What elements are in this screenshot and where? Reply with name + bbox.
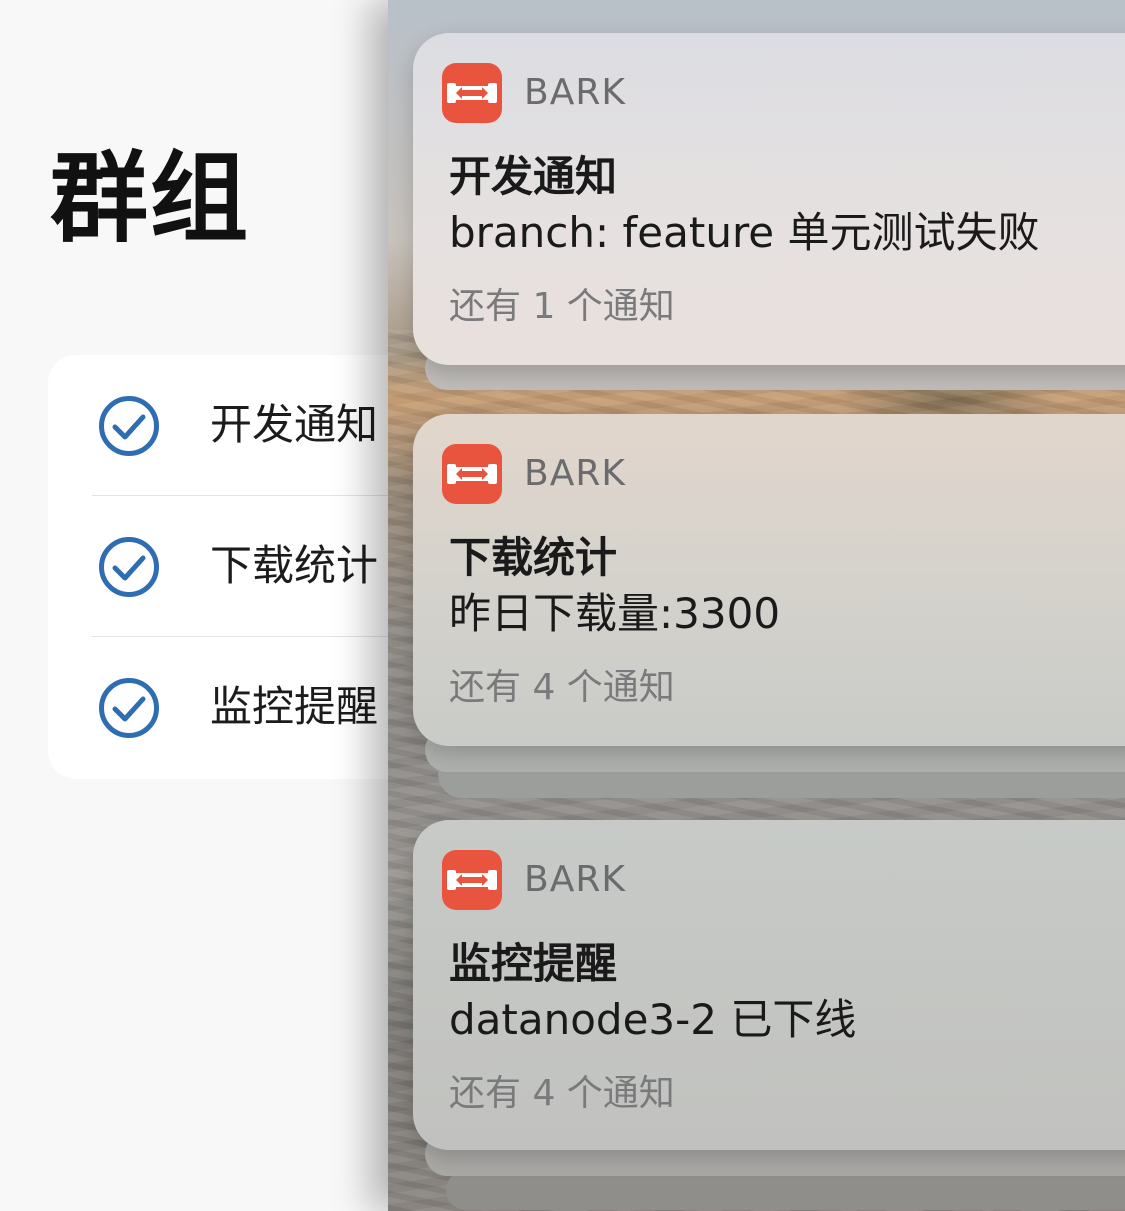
notification-body: 昨日下载量:3300 [449, 589, 781, 638]
bark-app-icon [442, 850, 502, 910]
notification-card[interactable]: BARK 开发通知 branch: feature 单元测试失败 还有 1 个通… [413, 33, 1125, 365]
notification-title: 下载统计 [449, 533, 618, 582]
notification-body: datanode3-2 已下线 [449, 995, 857, 1044]
notification-title: 监控提醒 [449, 939, 618, 988]
notification-more-count: 还有 1 个通知 [449, 286, 675, 327]
app-name: BARK [524, 72, 626, 113]
notification-more-count: 还有 4 个通知 [449, 1073, 675, 1114]
group-label: 开发通知 [210, 400, 379, 449]
checkmark-circle-icon[interactable] [98, 536, 160, 598]
notification-card[interactable]: BARK 监控提醒 datanode3-2 已下线 还有 4 个通知 [413, 820, 1125, 1150]
groups-screen: 群组 开发通知 下载统计 监控提醒 [0, 0, 468, 1211]
bark-app-icon [442, 444, 502, 504]
app-name: BARK [524, 859, 626, 900]
notification-card[interactable]: BARK 下载统计 昨日下载量:3300 还有 4 个通知 [413, 414, 1125, 746]
page-title: 群组 [50, 142, 251, 256]
notification-body: branch: feature 单元测试失败 [449, 208, 1040, 257]
notification-center: BARK 开发通知 branch: feature 单元测试失败 还有 1 个通… [388, 0, 1125, 1211]
group-label: 下载统计 [210, 541, 379, 590]
checkmark-circle-icon[interactable] [98, 395, 160, 457]
bark-app-icon [442, 63, 502, 123]
app-name: BARK [524, 453, 626, 494]
group-label: 监控提醒 [210, 682, 379, 731]
checkmark-circle-icon[interactable] [98, 677, 160, 739]
notification-title: 开发通知 [449, 152, 618, 201]
notification-stack-back [446, 1170, 1125, 1210]
notification-more-count: 还有 4 个通知 [449, 667, 675, 708]
